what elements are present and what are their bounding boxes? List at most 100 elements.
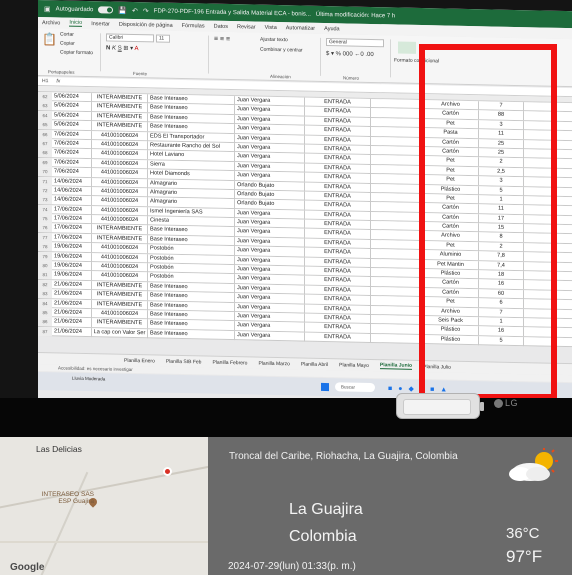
excel-logo-icon: ▣ <box>44 5 51 13</box>
redo-icon[interactable]: ↷ <box>143 7 149 15</box>
format-painter-button[interactable]: Copiar formato <box>60 49 93 56</box>
cut-button[interactable]: Cortar <box>60 31 74 37</box>
number-format-select[interactable]: General <box>326 38 384 48</box>
sheet-tab[interactable]: Planilla Febrero <box>212 359 247 366</box>
cell-date[interactable]: 14/06/2024 <box>52 195 92 206</box>
row-number: 72 <box>38 185 52 196</box>
cell-date[interactable]: 17/06/2024 <box>52 223 92 234</box>
row-number: 82 <box>38 279 52 290</box>
temperature-celsius: 36°C <box>506 525 540 542</box>
cell-document[interactable]: La cap con Valor Ser <box>92 327 148 339</box>
row-number: 70 <box>38 167 52 177</box>
tab-revisar[interactable]: Revisar <box>237 24 256 30</box>
cell-date[interactable]: 17/06/2024 <box>52 204 92 215</box>
bold-italic-underline[interactable]: N K S ⊞ ▾ A <box>106 44 138 52</box>
windows-start-icon[interactable] <box>321 382 329 392</box>
font-size-select[interactable]: 11 <box>156 34 170 43</box>
tab-insertar[interactable]: Insertar <box>91 21 110 27</box>
cell-date[interactable]: 7/06/2024 <box>52 139 92 150</box>
battery-object <box>396 393 484 419</box>
google-logo: Google <box>10 562 45 573</box>
taskbar-weather[interactable]: Lluvia Moderada <box>72 376 105 382</box>
row-number: 69 <box>38 157 52 168</box>
name-box[interactable]: H1 <box>42 78 48 84</box>
cell-date[interactable]: 14/06/2024 <box>52 176 92 187</box>
taskbar-search[interactable]: Buscar <box>335 382 375 393</box>
cell-date[interactable]: 17/06/2024 <box>52 214 92 225</box>
cell-date[interactable]: 21/06/2024 <box>52 308 92 319</box>
row-number: 65 <box>38 120 52 130</box>
row-number: 62 <box>38 92 52 102</box>
timestamp-overlay: Las Delicias INTERASEO SAS ESP Guajira G… <box>0 437 572 575</box>
country-text: Colombia <box>289 528 357 545</box>
partly-cloudy-icon <box>509 448 558 481</box>
cell-date[interactable]: 19/06/2024 <box>52 251 92 262</box>
cell-date[interactable]: 7/06/2024 <box>52 148 92 159</box>
cell-date[interactable]: 21/06/2024 <box>52 298 92 309</box>
document-title: FDP-270-PDF-196 Entrada y Salida Materia… <box>153 7 311 18</box>
tab-formulas[interactable]: Fórmulas <box>182 23 205 29</box>
cell-date[interactable]: 5/06/2024 <box>52 101 92 112</box>
conditional-format-icon[interactable] <box>398 41 416 54</box>
sheet-tab[interactable]: Planilla Marzo <box>258 360 289 367</box>
sheet-tab[interactable]: Planilla Junio <box>379 362 413 370</box>
row-number: 64 <box>38 110 52 121</box>
align-icons[interactable]: ≡ ≡ ≡ <box>214 36 230 43</box>
cell-date[interactable]: 7/06/2024 <box>52 167 92 178</box>
row-number: 73 <box>38 195 52 205</box>
cell-movement-type[interactable]: ENTRADA <box>305 332 371 343</box>
row-number: 80 <box>38 261 52 271</box>
lg-logo: LG <box>494 398 518 409</box>
tab-ayuda[interactable]: Ayuda <box>324 25 340 31</box>
merge-center-button[interactable]: Combinar y centrar <box>260 47 303 54</box>
cell-date[interactable]: 5/06/2024 <box>52 120 92 131</box>
alignment-group-label: Alineación <box>270 73 291 80</box>
row-number: 71 <box>38 176 52 186</box>
location-map: Las Delicias INTERASEO SAS ESP Guajira G… <box>0 437 208 575</box>
copy-button[interactable]: Copiar <box>60 40 75 46</box>
row-number: 77 <box>38 232 52 243</box>
cell-date[interactable]: 19/06/2024 <box>52 270 92 281</box>
cell-date[interactable]: 17/06/2024 <box>52 233 92 243</box>
cell-date[interactable]: 21/06/2024 <box>52 280 92 290</box>
sheet-tab[interactable]: Planilla Abril <box>301 361 328 368</box>
cell-date[interactable]: 5/06/2024 <box>52 92 92 103</box>
cell-responsible[interactable]: Juan Vergara <box>235 330 305 342</box>
paste-icon[interactable]: 📋 <box>42 32 57 46</box>
cell-date[interactable]: 21/06/2024 <box>52 289 92 300</box>
currency-percent-icons[interactable]: $ ▾ % 000 ←0 .00 <box>326 50 374 58</box>
cell-date[interactable]: 19/06/2024 <box>52 242 92 253</box>
sheet-tab[interactable]: Planilla Mayo <box>339 362 369 369</box>
save-icon[interactable]: 💾 <box>118 6 127 14</box>
sheet-tab[interactable]: Planilla Enero <box>124 357 155 364</box>
row-number: 75 <box>38 214 52 224</box>
tab-archivo[interactable]: Archivo <box>42 20 60 26</box>
tab-automatizar[interactable]: Automatizar <box>286 25 315 32</box>
tab-inicio[interactable]: Inicio <box>69 19 83 27</box>
autosave-toggle[interactable] <box>98 6 114 14</box>
font-name-select[interactable]: Calibri <box>106 33 154 43</box>
cell-empty[interactable] <box>371 333 423 344</box>
font-group-label: Fuente <box>133 70 148 77</box>
highlight-rectangle <box>419 44 557 400</box>
wrap-text-button[interactable]: Ajustar texto <box>260 37 288 44</box>
undo-icon[interactable]: ↶ <box>132 6 138 14</box>
row-number: 84 <box>38 298 52 308</box>
row-number: 86 <box>38 317 52 327</box>
fx-icon[interactable]: fx <box>56 78 60 84</box>
cell-origin[interactable]: Base Interaseo <box>148 329 235 340</box>
cell-date[interactable]: 7/06/2024 <box>52 158 92 168</box>
tab-vista[interactable]: Vista <box>265 24 277 30</box>
cell-date[interactable]: 19/06/2024 <box>52 261 92 272</box>
tab-datos[interactable]: Datos <box>214 23 228 29</box>
cell-date[interactable]: 7/06/2024 <box>52 129 92 140</box>
cell-date[interactable]: 5/06/2024 <box>52 111 92 121</box>
tab-disposicion[interactable]: Disposición de página <box>119 21 173 28</box>
row-number: 87 <box>38 326 52 337</box>
map-poi-label: INTERASEO SAS ESP Guajira <box>41 491 94 505</box>
cell-date[interactable]: 21/06/2024 <box>52 327 92 337</box>
cell-date[interactable]: 14/06/2024 <box>52 186 92 197</box>
sheet-tab[interactable]: Planilla SIB Feb <box>166 358 202 365</box>
cell-date[interactable]: 21/06/2024 <box>52 317 92 328</box>
row-number: 85 <box>38 307 52 318</box>
